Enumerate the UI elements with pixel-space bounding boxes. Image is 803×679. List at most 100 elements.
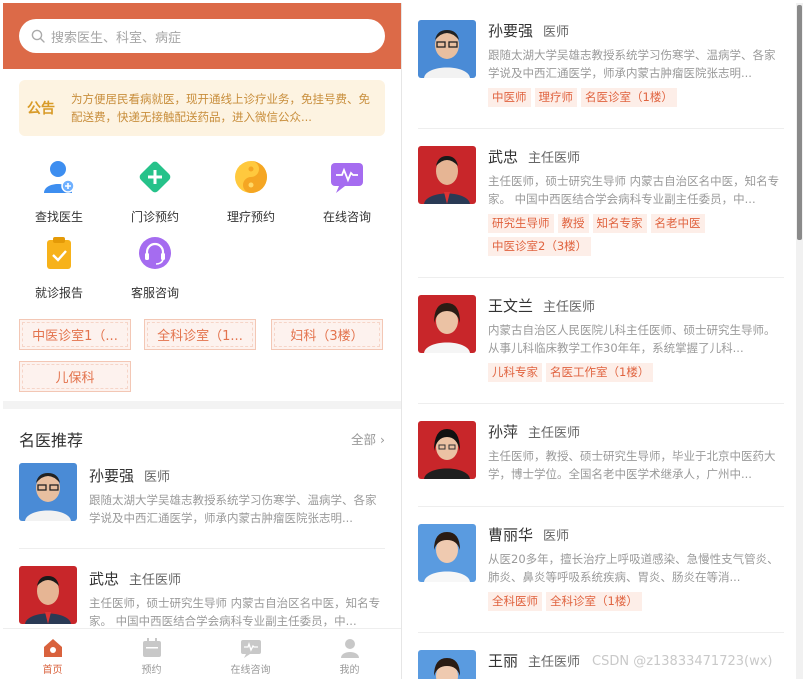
doctor-name: 王文兰 主任医师 (488, 295, 595, 316)
department-chip[interactable]: 全科诊室（1... (144, 319, 256, 350)
clinic-appointment-icon (136, 158, 174, 196)
doctor-avatar (418, 524, 476, 582)
tab-label: 预约 (141, 665, 162, 676)
notice-tag: 公告 (27, 101, 55, 117)
scrollbar-thumb[interactable] (797, 5, 802, 240)
tab-mine[interactable]: 我的 (300, 629, 399, 679)
doctor-name: 武忠 主任医师 (488, 146, 580, 167)
service-label: 客服咨询 (130, 286, 179, 300)
service-find-doctor[interactable]: 查找医生 (11, 158, 107, 225)
doctor-tag: 中医师 (488, 88, 531, 107)
doctor-name: 孙要强 医师 (488, 20, 569, 41)
divider (418, 128, 784, 129)
search-placeholder: 搜索医生、科室、病症 (51, 30, 182, 46)
doctor-title: 主任医师 (129, 573, 182, 588)
tab-online-consult[interactable]: 在线咨询 (201, 629, 300, 679)
tab-label: 我的 (339, 665, 360, 676)
online-consult-icon (328, 158, 366, 196)
doctor-name-text: 王文兰 (488, 297, 534, 315)
doctor-tag: 名医工作室（1楼） (546, 363, 654, 382)
doctor-name-text: 武忠 (89, 570, 120, 588)
doctor-tags: 全科医师 全科诊室（1楼） (488, 592, 788, 611)
chevron-right-icon: › (380, 432, 385, 447)
service-label: 在线咨询 (322, 210, 371, 224)
doctor-title: 主任医师 (528, 426, 581, 441)
divider (418, 403, 784, 404)
service-label: 门诊预约 (130, 210, 179, 224)
calendar-icon (141, 637, 163, 659)
doctor-title: 主任医师 (528, 655, 581, 670)
doctor-tag: 教授 (557, 214, 589, 233)
view-all-link[interactable]: 全部 › (351, 429, 385, 448)
doctor-tag: 名医诊室（1楼） (581, 88, 677, 107)
home-icon (42, 637, 64, 659)
tab-label: 首页 (42, 665, 63, 676)
department-chip[interactable]: 中医诊室1（... (19, 319, 131, 350)
doctor-name: 王丽 主任医师 (488, 650, 580, 671)
watermark: CSDN @z13833471723(wx) (592, 654, 773, 669)
report-icon (40, 234, 78, 272)
doctor-avatar (418, 20, 476, 78)
doctor-desc: 从医20多年，擅长治疗上呼吸道感染、急慢性支气管炎、肺炎、鼻炎等呼吸系统疾病、胃… (488, 552, 779, 584)
doctor-tag: 理疗师 (534, 88, 577, 107)
doctor-title: 医师 (543, 529, 570, 544)
doctor-avatar (19, 463, 77, 521)
divider (418, 506, 784, 507)
home-page: 搜索医生、科室、病症 公告 为方便居民看病就医，现开通线上诊疗业务，免挂号费、免… (3, 3, 401, 679)
search-input[interactable]: 搜索医生、科室、病症 (19, 19, 385, 53)
doctor-name-text: 孙要强 (89, 467, 135, 485)
doctor-name: 武忠 主任医师 (89, 568, 181, 589)
service-therapy-appointment[interactable]: 理疗预约 (203, 158, 299, 225)
doctor-tag: 研究生导师 (488, 214, 554, 233)
service-customer-service[interactable]: 客服咨询 (107, 234, 203, 301)
service-report[interactable]: 就诊报告 (11, 234, 107, 301)
doctor-tags: 研究生导师 教授 知名专家 名老中医 中医诊室2（3楼） (488, 214, 788, 256)
doctor-name: 曹丽华 医师 (488, 524, 569, 545)
chat-icon (240, 637, 262, 659)
bottom-tab-bar: 首页 预约 在线咨询 我的 (3, 628, 401, 679)
doctor-name-text: 王丽 (488, 652, 519, 670)
doctor-title: 医师 (543, 25, 570, 40)
tab-appointment[interactable]: 预约 (102, 629, 201, 679)
doctor-tag: 知名专家 (592, 214, 647, 233)
doctor-tag: 儿科专家 (488, 363, 542, 382)
notice-banner[interactable]: 公告 为方便居民看病就医，现开通线上诊疗业务，免挂号费、免配送费，快递无接触配送… (19, 80, 385, 136)
department-chip[interactable]: 妇科（3楼） (271, 319, 383, 350)
doctor-avatar (19, 566, 77, 624)
doctor-tags: 中医师 理疗师 名医诊室（1楼） (488, 88, 788, 107)
tab-home[interactable]: 首页 (3, 629, 102, 679)
doctor-title: 医师 (144, 470, 171, 485)
doctor-tags: 儿科专家 名医工作室（1楼） (488, 363, 788, 382)
tab-label: 在线咨询 (230, 665, 271, 676)
scrollbar[interactable] (796, 3, 803, 679)
recommend-title: 名医推荐 (19, 431, 84, 450)
doctor-avatar (418, 146, 476, 204)
doctor-tag: 全科医师 (488, 592, 542, 611)
user-icon (339, 637, 361, 659)
doctor-tag: 中医诊室2（3楼） (488, 237, 592, 256)
doctor-title: 主任医师 (543, 300, 596, 315)
section-separator (3, 401, 401, 409)
search-icon (31, 29, 45, 43)
doctor-tag: 名老中医 (650, 214, 705, 233)
view-all-label: 全部 (351, 432, 377, 447)
doctor-tag: 全科诊室（1楼） (546, 592, 642, 611)
divider (418, 632, 784, 633)
doctor-name: 孙萍 主任医师 (488, 421, 580, 442)
service-online-consult[interactable]: 在线咨询 (299, 158, 395, 225)
doctor-desc: 内蒙古自治区人民医院儿科主任医师、硕士研究生导师。从事儿科临床教学工作30年年，… (488, 323, 776, 355)
doctor-desc: 主任医师，硕士研究生导师 内蒙古自治区名中医，知名专家。 中国中西医结合学会病科… (89, 596, 381, 628)
service-label: 理疗预约 (226, 210, 275, 224)
doctor-desc: 主任医师，硕士研究生导师 内蒙古自治区名中医，知名专家。 中国中西医结合学会病科… (488, 174, 780, 206)
doctor-desc: 主任医师，教授、硕士研究生导师，毕业于北京中医药大学，博士学位。全国名老中医学术… (488, 449, 776, 481)
department-chip[interactable]: 儿保科 (19, 361, 131, 392)
find-doctor-icon (40, 158, 78, 196)
doctor-name-text: 孙要强 (488, 22, 534, 40)
app-root: 搜索医生、科室、病症 公告 为方便居民看病就医，现开通线上诊疗业务，免挂号费、免… (0, 0, 803, 679)
customer-service-icon (136, 234, 174, 272)
doctor-list-page: 孙要强 医师 跟随太湖大学吴雄志教授系统学习伤寒学、温病学、各家学说及中西汇通医学… (402, 3, 796, 679)
doctor-avatar (418, 650, 476, 679)
doctor-desc: 跟随太湖大学吴雄志教授系统学习伤寒学、温病学、各家学说及中西汇通医学，师承内蒙古… (488, 48, 776, 80)
doctor-avatar (418, 421, 476, 479)
service-clinic-appointment[interactable]: 门诊预约 (107, 158, 203, 225)
